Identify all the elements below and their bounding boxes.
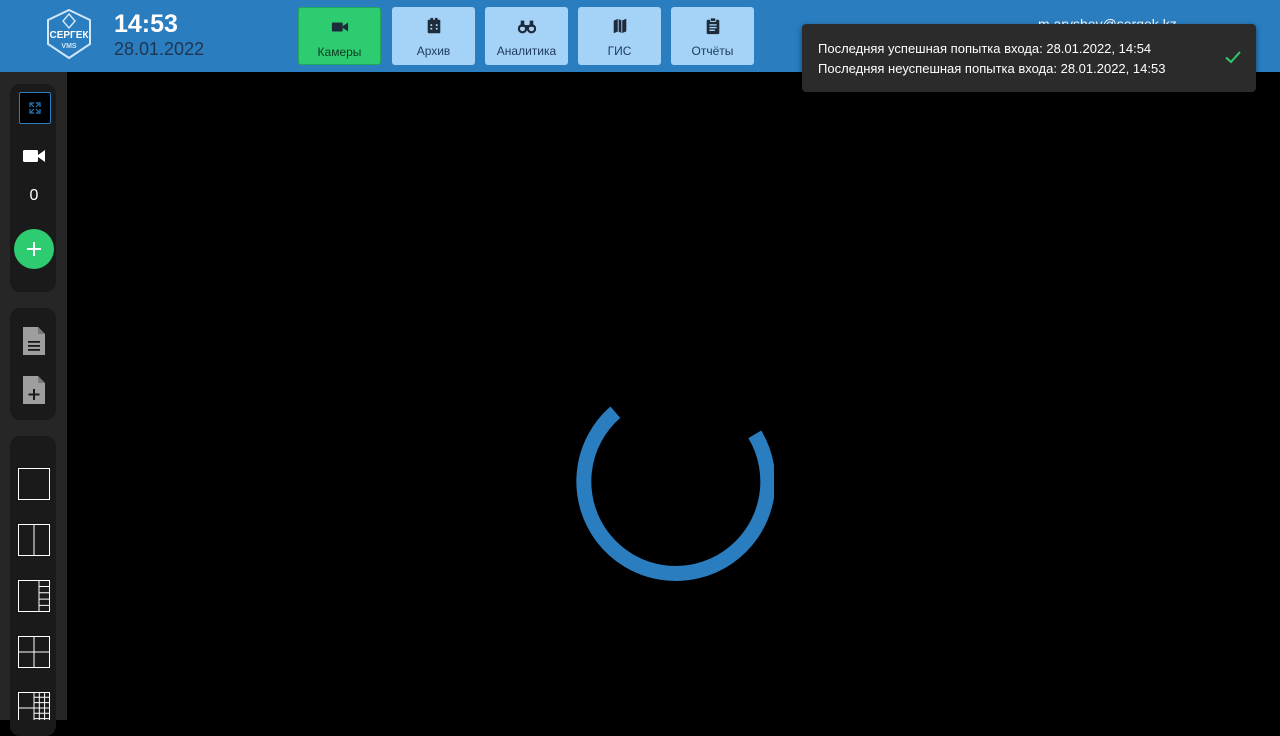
- camera-icon[interactable]: [22, 145, 46, 167]
- nav-analytics-label: Аналитика: [496, 44, 557, 58]
- binoculars-icon: [517, 20, 536, 34]
- layout-grid-icon[interactable]: [18, 692, 50, 720]
- nav-reports-label: Отчёты: [691, 44, 734, 58]
- layout-2x2-icon[interactable]: [18, 636, 50, 668]
- clock: 14:53 28.01.2022: [114, 10, 204, 60]
- clipboard-icon: [706, 17, 719, 35]
- loading-spinner: [576, 406, 774, 581]
- nav-cameras-label: Камеры: [317, 45, 362, 59]
- nav-gis-button[interactable]: ГИС: [578, 7, 661, 65]
- nav-archive-button[interactable]: Архив: [392, 7, 475, 65]
- map-icon: [613, 18, 626, 34]
- nav-analytics-button[interactable]: Аналитика: [485, 7, 568, 65]
- last-failed-login: Последняя неуспешная попытка входа: 28.0…: [818, 61, 1166, 76]
- sergek-vms-logo: СЕРГЕК VMS: [47, 8, 91, 60]
- camera-count: 0: [29, 187, 39, 204]
- current-date: 28.01.2022: [114, 39, 205, 59]
- document-icon[interactable]: [21, 325, 47, 357]
- nav-reports-button[interactable]: Отчёты: [671, 7, 754, 65]
- expand-icon: [29, 102, 41, 114]
- add-camera-button[interactable]: [14, 229, 54, 269]
- fullscreen-button[interactable]: [19, 92, 51, 124]
- layout-1plus5-icon[interactable]: [18, 580, 50, 612]
- video-camera-icon: [331, 22, 348, 32]
- last-successful-login: Последняя успешная попытка входа: 28.01.…: [818, 41, 1152, 56]
- check-icon[interactable]: [1224, 48, 1242, 66]
- layout-1x1-icon[interactable]: [18, 468, 50, 500]
- svg-text:СЕРГЕК: СЕРГЕК: [49, 30, 89, 41]
- login-attempts-toast[interactable]: Последняя успешная попытка входа: 28.01.…: [802, 24, 1256, 92]
- nav-archive-label: Архив: [416, 44, 451, 58]
- nav-gis-label: ГИС: [607, 44, 632, 58]
- nav-cameras-button[interactable]: Камеры: [298, 7, 381, 65]
- svg-text:VMS: VMS: [61, 43, 77, 50]
- layout-1x2-icon[interactable]: [18, 524, 50, 556]
- current-time: 14:53: [114, 10, 178, 38]
- add-document-icon[interactable]: [21, 374, 47, 406]
- film-archive-icon: [427, 17, 440, 34]
- plus-icon: [27, 242, 41, 256]
